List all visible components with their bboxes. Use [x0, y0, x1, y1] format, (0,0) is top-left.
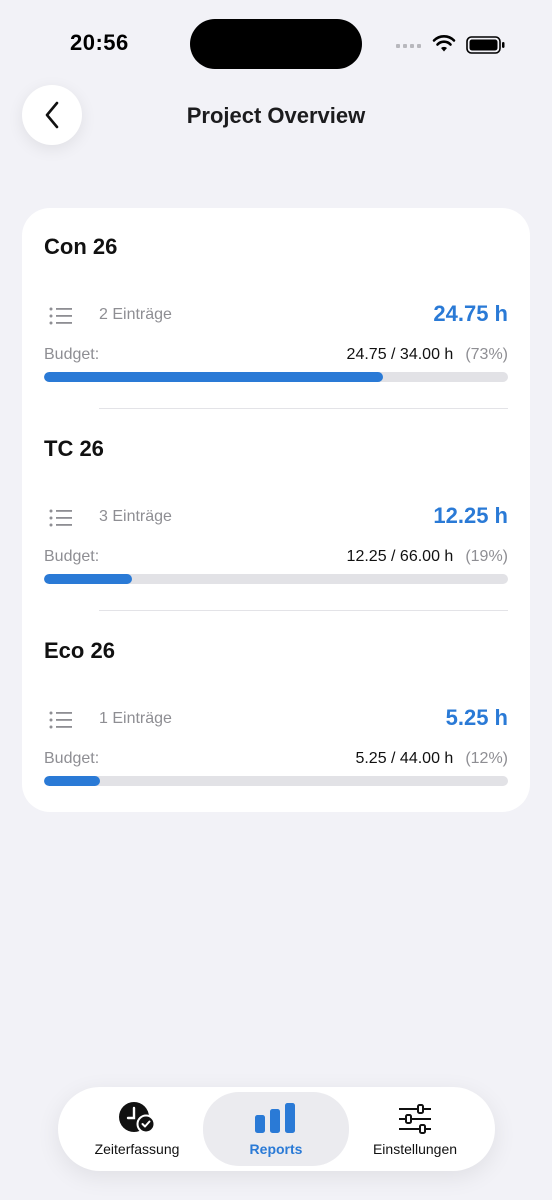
tab-einstellungen[interactable]: Einstellungen	[342, 1087, 488, 1171]
battery-icon	[466, 36, 505, 54]
budget-progress-bar	[44, 574, 508, 584]
projects-card: Con 26 2 Einträge 24.75 h Budget: 24.75 …	[22, 208, 530, 812]
budget-progress-bar	[44, 372, 508, 382]
tab-label: Zeiterfassung	[94, 1141, 180, 1157]
tab-zeiterfassung[interactable]: Zeiterfassung	[64, 1087, 210, 1171]
budget-progress-fill	[44, 372, 383, 382]
entries-count: 1 Einträge	[99, 710, 172, 727]
divider	[99, 610, 508, 611]
budget-percent: (12%)	[465, 750, 508, 767]
budget-value: 5.25 / 44.00 h (12%)	[355, 750, 508, 768]
budget-label: Budget:	[44, 548, 100, 565]
page-title: Project Overview	[186, 103, 366, 128]
list-icon	[49, 711, 72, 729]
entries-count: 2 Einträge	[99, 306, 172, 323]
dynamic-island	[190, 19, 362, 69]
budget-progress-bar	[44, 776, 508, 786]
budget-label: Budget:	[44, 346, 100, 363]
budget-progress-fill	[44, 776, 100, 786]
budget-percent: (19%)	[465, 548, 508, 565]
budget-hours: 12.25 / 66.00 h	[346, 548, 454, 565]
budget-hours: 24.75 / 34.00 h	[346, 346, 454, 363]
budget-label: Budget:	[44, 750, 100, 767]
tab-reports[interactable]: Reports	[203, 1092, 349, 1166]
bar-chart-icon	[255, 1103, 295, 1133]
clock-check-icon	[119, 1102, 156, 1134]
screen: 20:56 Project Overview Con 26 2 Einträge…	[0, 0, 552, 1200]
status-time: 20:56	[70, 30, 129, 55]
tab-label: Einstellungen	[372, 1141, 458, 1157]
total-hours: 5.25 h	[445, 705, 508, 730]
project-name: Eco 26	[44, 638, 115, 663]
list-icon	[49, 509, 72, 527]
budget-progress-fill	[44, 574, 133, 584]
total-hours: 12.25 h	[433, 503, 508, 528]
budget-value: 24.75 / 34.00 h (73%)	[347, 346, 508, 364]
sliders-icon	[399, 1104, 431, 1134]
tab-bar: Zeiterfassung Reports Einstellungen	[58, 1087, 495, 1171]
project-name: Con 26	[44, 234, 118, 259]
project-name: TC 26	[44, 436, 104, 461]
cellular-signal-icon	[396, 44, 421, 48]
tab-label: Reports	[249, 1141, 303, 1157]
entries-count: 3 Einträge	[99, 508, 172, 525]
list-icon	[49, 307, 72, 325]
budget-percent: (73%)	[465, 346, 508, 363]
wifi-icon	[432, 35, 456, 52]
total-hours: 24.75 h	[433, 301, 508, 326]
budget-hours: 5.25 / 44.00 h	[355, 750, 454, 767]
budget-value: 12.25 / 66.00 h (19%)	[347, 548, 508, 566]
divider	[99, 408, 508, 409]
